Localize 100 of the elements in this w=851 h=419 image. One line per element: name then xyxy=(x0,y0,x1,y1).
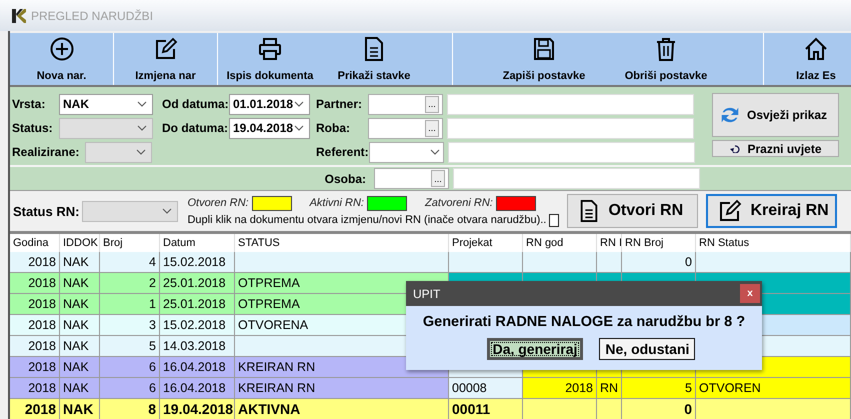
trash-icon xyxy=(654,37,678,61)
table-cell: 15.02.2018 xyxy=(160,315,235,336)
field-label: Partner: xyxy=(316,97,364,111)
name-field[interactable] xyxy=(447,94,694,114)
table-cell: NAK xyxy=(60,252,100,273)
legend-label: Otvoren RN: xyxy=(187,197,249,209)
field-label: Status RN: xyxy=(13,204,80,218)
table-cell: NAK xyxy=(60,357,100,378)
chevron-icon xyxy=(294,125,304,131)
table-cell: 5 xyxy=(100,336,160,357)
table-cell: 2018 xyxy=(10,357,60,378)
toolbar-button[interactable]: Prikaži stavke xyxy=(322,33,426,85)
table-cell: NAK xyxy=(60,336,100,357)
table-cell: NAK xyxy=(60,273,100,294)
code-field[interactable]: ... xyxy=(374,168,449,189)
field-label: Roba: xyxy=(316,121,351,135)
table-cell: 0 xyxy=(622,252,696,273)
field-label: Status: xyxy=(12,121,54,135)
name-field[interactable] xyxy=(453,168,700,189)
edit-icon xyxy=(718,199,742,223)
legend-label: Zatvoreni RN: xyxy=(425,197,493,209)
table-cell: 6 xyxy=(100,378,160,399)
toolbar-button[interactable]: Zapiši postavke xyxy=(483,33,605,85)
edit-icon xyxy=(154,37,178,61)
table-cell: RN xyxy=(597,378,622,399)
field-label: Vrsta: xyxy=(12,97,46,111)
field-label: Do datuma: xyxy=(162,121,229,135)
table-cell: NAK xyxy=(60,399,100,419)
table-cell: 3 xyxy=(100,315,160,336)
table-cell: 2018 xyxy=(10,378,60,399)
document-icon xyxy=(362,37,386,61)
name-field[interactable] xyxy=(447,118,694,138)
table-cell: 14.03.2018 xyxy=(160,336,235,357)
legend-label: Aktivni RN: xyxy=(310,197,364,209)
table-cell: 16.04.2018 xyxy=(160,378,235,399)
chevron-icon xyxy=(136,149,146,155)
table-cell: AKTIVNA xyxy=(235,399,449,419)
home-icon xyxy=(804,37,828,61)
date-picker[interactable]: 01.01.2018 xyxy=(229,94,310,114)
browse-button[interactable]: ... xyxy=(425,96,439,112)
table-cell: 25.01.2018 xyxy=(160,273,235,294)
clear-conditions-button[interactable]: Prazni uvjete xyxy=(712,140,839,157)
table-cell: 4 xyxy=(100,252,160,273)
chevron-icon xyxy=(137,101,147,107)
table-cell: 15.02.2018 xyxy=(160,252,235,273)
undo-icon xyxy=(729,144,742,152)
referent-dropdown[interactable] xyxy=(368,142,444,162)
table-cell: 2018 xyxy=(10,294,60,315)
table-cell xyxy=(597,399,622,419)
browse-button[interactable]: ... xyxy=(425,120,439,136)
toolbar-button[interactable]: Ispis dokumenta xyxy=(218,33,322,85)
table-cell: 00011 xyxy=(449,399,523,419)
close-button[interactable]: x xyxy=(740,284,760,303)
date-picker[interactable]: 19.04.2018 xyxy=(229,118,310,138)
name-field[interactable] xyxy=(448,142,695,162)
type-dropdown[interactable]: NAK xyxy=(59,94,153,114)
table-cell: 2018 xyxy=(10,273,60,294)
hint-text: Dupli klik na dokumentu otvara izmjenu/novi RN (inače otvara narudžbu).. xyxy=(187,214,546,226)
field-label: Osoba: xyxy=(324,172,366,186)
table-cell: 2018 xyxy=(10,315,60,336)
table-cell: NAK xyxy=(60,378,100,399)
toolbar-button[interactable]: Nova nar. xyxy=(10,33,114,85)
table-cell: NAK xyxy=(60,294,100,315)
table-cell: 5 xyxy=(622,378,696,399)
plus-circle-icon xyxy=(50,37,74,61)
table-cell: 2018 xyxy=(523,378,597,399)
table-cell: 1 xyxy=(100,294,160,315)
window-title: PREGLED NARUDŽBI xyxy=(31,8,154,22)
dialog-button[interactable]: Ne, odustani xyxy=(599,338,696,360)
table-cell: 8 xyxy=(100,399,160,419)
code-field[interactable]: ... xyxy=(368,94,443,114)
table-cell: 19.04.2018 xyxy=(160,399,235,419)
code-field[interactable]: ... xyxy=(368,118,443,138)
table-cell xyxy=(597,252,622,273)
table-cell: 2018 xyxy=(10,252,60,273)
table-cell: 2 xyxy=(100,273,160,294)
chevron-icon xyxy=(294,101,304,107)
field-label: Referent: xyxy=(316,145,369,159)
field-label: Od datuma: xyxy=(162,97,229,111)
dialog-button[interactable]: Da, generiraj xyxy=(486,338,584,360)
table-cell: NAK xyxy=(60,315,100,336)
table-cell: 25.01.2018 xyxy=(160,294,235,315)
table-cell: 16.04.2018 xyxy=(160,357,235,378)
app-logo-icon xyxy=(12,8,26,22)
toolbar-button[interactable]: Izlaz Es xyxy=(781,33,851,85)
toolbar-button[interactable]: Izmjena nar xyxy=(114,33,218,85)
table-cell: 2018 xyxy=(10,399,60,419)
chevron-icon xyxy=(162,208,172,214)
refresh-button[interactable]: Osvježi prikaz xyxy=(712,93,839,137)
table-cell: 2018 xyxy=(10,336,60,357)
table-cell: OTVOREN xyxy=(696,378,851,399)
table-cell: KREIRAN RN xyxy=(235,378,449,399)
table-cell: 00008 xyxy=(449,378,523,399)
table-cell: 0 xyxy=(622,399,696,419)
toolbar-button[interactable]: Obriši postavke xyxy=(605,33,727,85)
chevron-icon xyxy=(430,149,440,155)
browse-button[interactable]: ... xyxy=(431,170,445,187)
document-icon xyxy=(578,199,600,223)
printer-icon xyxy=(258,37,282,61)
chevron-icon xyxy=(137,125,147,131)
